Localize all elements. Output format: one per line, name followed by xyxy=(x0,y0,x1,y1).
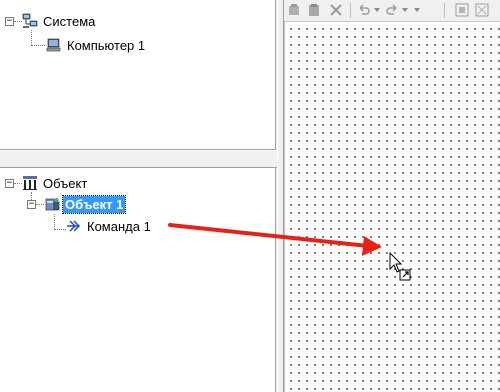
drag-cursor-icon xyxy=(389,252,411,281)
drag-annotation-arrow xyxy=(168,223,382,256)
